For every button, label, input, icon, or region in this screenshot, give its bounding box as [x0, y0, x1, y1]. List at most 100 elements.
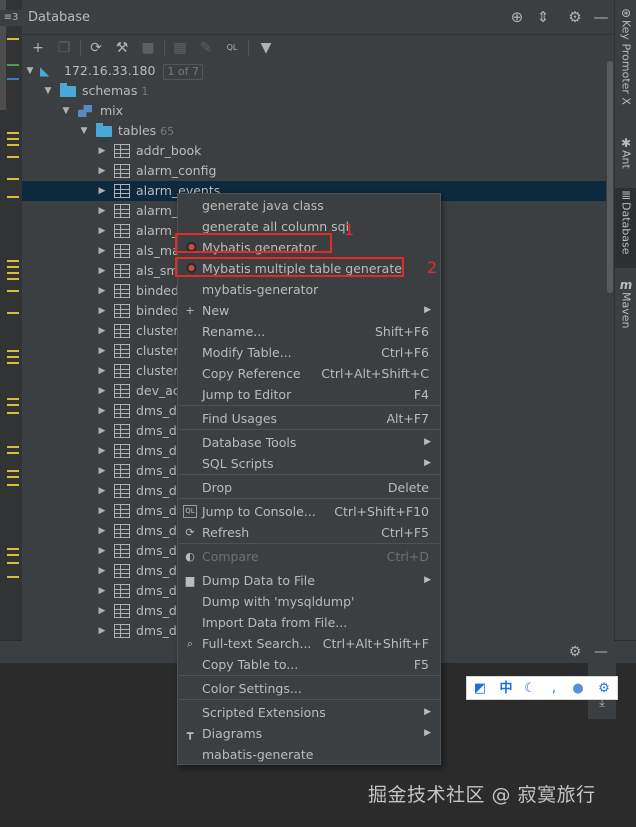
minimize-icon[interactable]: — — [592, 643, 610, 661]
filter-icon[interactable]: ▼ — [256, 38, 276, 58]
refresh-icon[interactable]: ⟳ — [86, 38, 106, 58]
menu-item-drop[interactable]: Drop Delete — [178, 477, 440, 498]
expand-arrow-icon[interactable]: ▶ — [96, 221, 108, 241]
menu-item-sql-scripts[interactable]: SQL Scripts ▶ — [178, 453, 440, 474]
gear-icon[interactable]: ⚙ — [566, 643, 584, 661]
crosshair-icon[interactable]: ⊕ — [508, 8, 526, 26]
tab-maven-label: Maven — [619, 292, 633, 329]
expand-arrow-icon[interactable]: ▶ — [96, 621, 108, 641]
expand-arrow-icon[interactable]: ▶ — [96, 201, 108, 221]
properties-icon[interactable]: ⚒ — [112, 38, 132, 58]
menu-item-compare[interactable]: ◐ Compare Ctrl+D — [178, 546, 440, 567]
menu-item-generate-java-class[interactable]: generate java class — [178, 195, 440, 216]
expand-arrow-icon[interactable]: ▶ — [96, 361, 108, 381]
ime-logo-icon[interactable]: ◩ — [471, 679, 489, 699]
table-icon — [114, 544, 130, 558]
menu-item-diagrams[interactable]: ┳ Diagrams ▶ — [178, 723, 440, 744]
gutter-marker — [7, 412, 19, 414]
edit-icon[interactable]: ✎ — [196, 38, 216, 58]
menu-item-database-tools[interactable]: Database Tools ▶ — [178, 432, 440, 453]
tree-node-tables[interactable]: ▼ tables 65 — [22, 121, 606, 141]
stop-icon[interactable]: ■ — [138, 38, 158, 58]
table-row[interactable]: ▶ addr_book — [22, 141, 606, 161]
tab-key-promoter[interactable]: ⊛ Key Promoter X — [615, 6, 636, 108]
toolbar-divider — [164, 40, 165, 56]
collapse-icon[interactable]: ⇕ — [534, 8, 552, 26]
menu-item-refresh[interactable]: ⟳ Refresh Ctrl+F5 — [178, 522, 440, 543]
expand-arrow-icon[interactable]: ▶ — [96, 581, 108, 601]
expand-arrow-icon[interactable]: ▶ — [96, 401, 108, 421]
expand-arrow-icon[interactable]: ▶ — [96, 561, 108, 581]
menu-item-full-text-search[interactable]: ⌕ Full-text Search... Ctrl+Alt+Shift+F — [178, 633, 440, 654]
menu-item-copy-table-to[interactable]: Copy Table to... F5 — [178, 654, 440, 675]
expand-arrow-icon[interactable]: ▶ — [96, 321, 108, 341]
menu-item-scripted-extensions[interactable]: Scripted Extensions ▶ — [178, 702, 440, 723]
tree-node-schemas[interactable]: ▼ schemas 1 — [22, 81, 606, 101]
expand-arrow-icon[interactable]: ▶ — [96, 481, 108, 501]
menu-item-modify-table[interactable]: Modify Table... Ctrl+F6 — [178, 342, 440, 363]
menu-item-import-data-from-file[interactable]: Import Data from File... — [178, 612, 440, 633]
gutter-marker — [7, 144, 19, 146]
expand-arrow-icon[interactable]: ▶ — [96, 441, 108, 461]
menu-item-mabatis-generate[interactable]: mabatis-generate — [178, 744, 440, 765]
sql-console-icon[interactable]: QL — [222, 38, 242, 58]
database-toolbar: + ❐ ⟳ ⚒ ■ ▦ ✎ QL ▼ — [22, 35, 614, 61]
tool-window-menu-icon[interactable]: ≡3 — [0, 10, 22, 26]
expand-arrow-icon[interactable]: ▶ — [96, 341, 108, 361]
menu-item-dump-with-mysqldump[interactable]: Dump with 'mysqldump' — [178, 591, 440, 612]
tab-maven[interactable]: m Maven — [615, 278, 636, 331]
menu-item-rename[interactable]: Rename... Shift+F6 — [178, 321, 440, 342]
gutter-marker — [7, 132, 19, 134]
submenu-arrow-icon: ▶ — [424, 575, 431, 585]
expand-arrow-icon[interactable]: ▶ — [96, 461, 108, 481]
menu-item-find-usages[interactable]: Find Usages Alt+F7 — [178, 408, 440, 429]
moon-icon[interactable]: ☾ — [521, 679, 539, 699]
menu-item-shortcut: Ctrl+F5 — [381, 525, 429, 540]
expand-arrow-icon[interactable]: ▶ — [96, 261, 108, 281]
scrollbar-thumb[interactable] — [607, 61, 613, 293]
expand-arrow-icon[interactable]: ▶ — [96, 281, 108, 301]
menu-item-new[interactable]: + New ▶ — [178, 300, 440, 321]
copy-icon[interactable]: ❐ — [54, 38, 74, 58]
gutter-marker — [7, 266, 19, 268]
menu-item-shortcut: Ctrl+Shift+F10 — [334, 504, 429, 519]
minimize-icon[interactable]: — — [592, 8, 610, 26]
gear-icon[interactable]: ⚙ — [595, 679, 613, 699]
expand-arrow-icon[interactable]: ▶ — [96, 301, 108, 321]
menu-item-copy-reference[interactable]: Copy Reference Ctrl+Alt+Shift+C — [178, 363, 440, 384]
punctuation-icon[interactable]: , — [545, 679, 563, 699]
expand-arrow-icon[interactable]: ▶ — [96, 381, 108, 401]
grid-icon[interactable]: ▦ — [170, 38, 190, 58]
expand-arrow-icon[interactable]: ▼ — [42, 81, 54, 101]
menu-item-mybatis-generator[interactable]: mybatis-generator — [178, 279, 440, 300]
table-row[interactable]: ▶ alarm_config — [22, 161, 606, 181]
ime-chinese-mode[interactable]: 中 — [497, 679, 515, 699]
menu-item-jump-to-editor[interactable]: Jump to Editor F4 — [178, 384, 440, 405]
expand-arrow-icon[interactable]: ▶ — [96, 521, 108, 541]
tree-node-host[interactable]: ▼ ◣ 172.16.33.180 1 of 7 — [22, 61, 606, 81]
expand-arrow-icon[interactable]: ▶ — [96, 181, 108, 201]
menu-item-dump-data-to-file[interactable]: ▆ Dump Data to File ▶ — [178, 570, 440, 591]
folder-icon — [96, 123, 112, 137]
expand-arrow-icon[interactable]: ▶ — [96, 421, 108, 441]
tree-node-schema[interactable]: ▼ mix — [22, 101, 606, 121]
tab-ant[interactable]: ✱ Ant — [615, 136, 636, 172]
expand-arrow-icon[interactable]: ▶ — [96, 241, 108, 261]
gear-icon[interactable]: ⚙ — [566, 8, 584, 26]
menu-item-jump-to-console[interactable]: QL Jump to Console... Ctrl+Shift+F10 — [178, 501, 440, 522]
expand-arrow-icon[interactable]: ▶ — [96, 161, 108, 181]
table-icon — [114, 224, 130, 238]
expand-arrow-icon[interactable]: ▼ — [60, 101, 72, 121]
menu-item-color-settings[interactable]: Color Settings... — [178, 678, 440, 699]
expand-arrow-icon[interactable]: ▶ — [96, 141, 108, 161]
expand-arrow-icon[interactable]: ▼ — [78, 121, 90, 141]
expand-arrow-icon[interactable]: ▼ — [24, 61, 36, 81]
gutter-marker — [7, 554, 19, 556]
user-icon[interactable]: ● — [569, 679, 587, 699]
expand-arrow-icon[interactable]: ▶ — [96, 541, 108, 561]
expand-arrow-icon[interactable]: ▶ — [96, 501, 108, 521]
tree-scrollbar[interactable] — [606, 61, 614, 641]
tab-database[interactable]: ≣ Database — [615, 188, 636, 268]
add-icon[interactable]: + — [28, 38, 48, 58]
expand-arrow-icon[interactable]: ▶ — [96, 601, 108, 621]
